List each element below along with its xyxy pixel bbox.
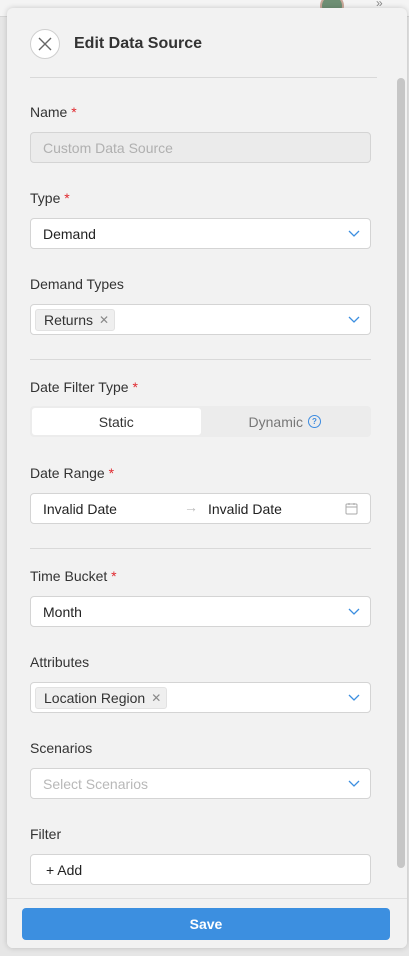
demand-types-select[interactable]: Returns ✕ bbox=[30, 304, 371, 335]
name-input[interactable]: Custom Data Source bbox=[30, 132, 371, 163]
attributes-label: Attributes bbox=[30, 654, 90, 670]
type-select[interactable]: Demand bbox=[30, 218, 371, 249]
name-label: Name * bbox=[30, 104, 77, 120]
chevron-down-icon bbox=[348, 608, 360, 615]
required-mark: * bbox=[71, 104, 77, 120]
segment-dynamic-label: Dynamic bbox=[248, 413, 303, 430]
date-range-end[interactable]: Invalid Date bbox=[208, 501, 282, 517]
name-input-value: Custom Data Source bbox=[43, 139, 173, 156]
attributes-select[interactable]: Location Region ✕ bbox=[30, 682, 371, 713]
scenarios-select[interactable]: Select Scenarios bbox=[30, 768, 371, 799]
date-filter-type-toggle: Static Dynamic ? bbox=[30, 406, 371, 437]
date-range-start[interactable]: Invalid Date bbox=[43, 501, 117, 517]
divider bbox=[30, 548, 371, 549]
date-filter-type-label: Date Filter Type * bbox=[30, 379, 138, 395]
chevron-down-icon bbox=[348, 316, 360, 323]
add-filter-button[interactable]: + Add bbox=[30, 854, 371, 885]
filter-label: Filter bbox=[30, 826, 62, 842]
scenarios-label: Scenarios bbox=[30, 740, 93, 756]
drawer-title: Edit Data Source bbox=[74, 35, 203, 52]
demand-types-label: Demand Types bbox=[30, 276, 124, 292]
tag-label: Location Region bbox=[44, 689, 146, 706]
arrow-right-icon: → bbox=[184, 499, 198, 515]
close-button[interactable] bbox=[30, 29, 60, 59]
scrollbar-thumb[interactable] bbox=[397, 78, 405, 868]
tag-returns: Returns ✕ bbox=[35, 308, 116, 331]
divider bbox=[30, 359, 371, 360]
tag-label: Returns bbox=[44, 311, 94, 328]
tag-close-icon[interactable]: ✕ bbox=[99, 313, 109, 327]
chevron-down-icon bbox=[348, 780, 360, 787]
type-select-value: Demand bbox=[43, 225, 96, 242]
scenarios-placeholder: Select Scenarios bbox=[43, 775, 149, 792]
calendar-icon bbox=[345, 503, 358, 515]
close-icon bbox=[38, 37, 52, 51]
date-range-label: Date Range * bbox=[30, 465, 115, 481]
time-bucket-label: Time Bucket * bbox=[30, 568, 117, 584]
chevron-down-icon bbox=[348, 694, 360, 701]
time-bucket-select[interactable]: Month bbox=[30, 596, 371, 627]
save-button[interactable]: Save bbox=[22, 908, 390, 940]
tag-close-icon[interactable]: ✕ bbox=[151, 691, 161, 705]
required-mark: * bbox=[132, 379, 138, 395]
segment-dynamic[interactable]: Dynamic ? bbox=[201, 408, 370, 435]
edit-data-source-drawer: Edit Data Source Name * Custom Data Sour… bbox=[7, 8, 407, 948]
time-bucket-value: Month bbox=[43, 603, 82, 620]
tag-location-region: Location Region ✕ bbox=[35, 686, 168, 709]
chevron-down-icon bbox=[348, 230, 360, 237]
segment-static[interactable]: Static bbox=[32, 408, 201, 435]
date-range-picker[interactable]: Invalid Date → Invalid Date bbox=[30, 493, 371, 524]
drawer-header: Edit Data Source bbox=[30, 27, 377, 78]
required-mark: * bbox=[111, 568, 117, 584]
required-mark: * bbox=[108, 465, 115, 481]
question-circle-icon[interactable]: ? bbox=[307, 415, 321, 428]
drawer-footer: Save bbox=[7, 898, 407, 948]
required-mark: * bbox=[64, 190, 70, 206]
type-label: Type * bbox=[30, 190, 70, 206]
